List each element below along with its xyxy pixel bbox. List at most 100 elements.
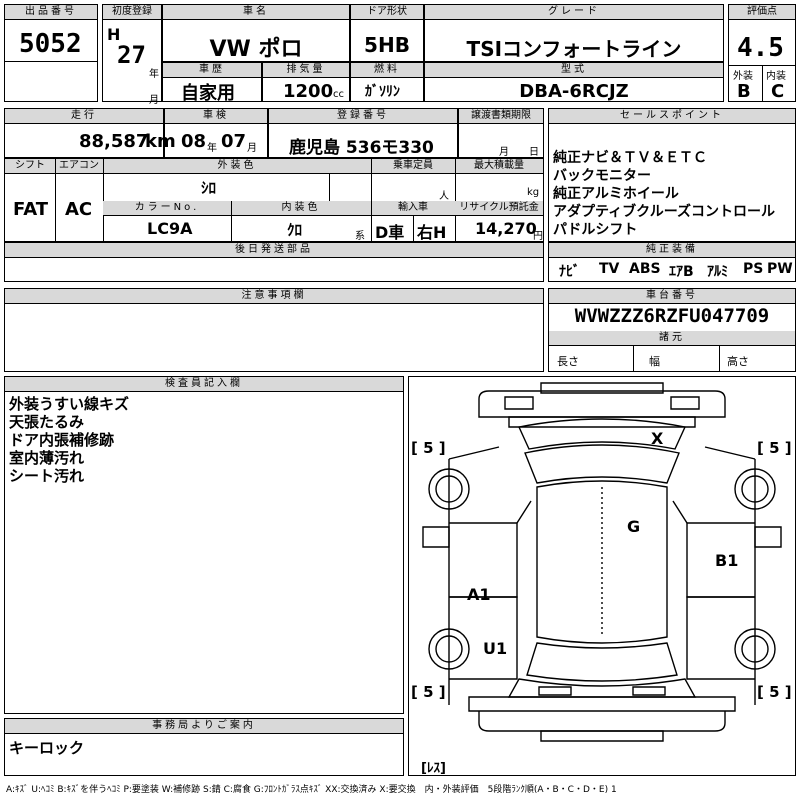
car-name-label: 車名: [163, 5, 349, 20]
inspector-label: 検査員記入欄: [5, 377, 403, 392]
load-label: 最大積載量: [455, 159, 543, 174]
registration-number: 鹿児島 536モ330: [289, 138, 434, 158]
inspection-year-unit: 年: [207, 143, 217, 154]
grade-label: グレード: [425, 5, 723, 20]
int-color: ｸﾛ: [287, 221, 303, 239]
ext-score: B: [737, 81, 751, 102]
later-parts-box: 後日発送部品: [4, 242, 544, 282]
color-no-label: カラーNo.: [103, 201, 231, 216]
first-reg-box: 初度登録 H 27 年 月: [102, 4, 162, 106]
recycle-unit: 円: [533, 231, 543, 242]
spec-width-label: 幅: [649, 355, 660, 368]
inspector-note: 外装うすい線キズ: [9, 395, 130, 413]
notes-box: 注意事項欄: [4, 288, 544, 372]
steering-side: 右H: [417, 223, 447, 242]
history-label: 車歴: [163, 63, 261, 78]
inspection-box: 車検 08 年 07 月: [164, 108, 268, 158]
equipment-item: ﾅﾋﾞ: [559, 264, 580, 280]
recycle-fee: 14,270: [475, 219, 537, 238]
inspection-month: 07: [221, 131, 247, 152]
spec-length-label: 長さ: [557, 355, 579, 368]
ext-color: ｼﾛ: [201, 179, 217, 197]
inspection-month-unit: 月: [247, 143, 257, 154]
transfer-month-unit: 月: [499, 147, 509, 158]
int-score: C: [771, 81, 785, 102]
spare-tire-status: [ﾚｽ]: [421, 761, 446, 776]
car-name: VW ポロ: [209, 37, 303, 62]
door-type: 5HB: [364, 33, 410, 57]
score-label: 評価点: [729, 5, 795, 20]
grade: TSIコンフォートライン: [466, 37, 682, 61]
registration-box: 登録番号 鹿児島 536モ330: [268, 108, 458, 158]
car-outline-svg: [422, 382, 782, 742]
transfer-label: 譲渡書類期限: [459, 109, 543, 124]
spec-height-label: 高さ: [727, 355, 749, 368]
load-unit: kg: [527, 187, 540, 198]
tire-front-left-score: [ 5 ]: [411, 439, 446, 457]
recycle-label: リサイクル預託金: [455, 201, 543, 216]
inspector-note: 室内薄汚れ: [9, 449, 85, 467]
equipment-item: PW: [767, 261, 793, 277]
first-reg-year: 27: [117, 41, 146, 69]
equipment-label: 純正装備: [549, 243, 795, 258]
lot-box: 出品番号 5052: [4, 4, 98, 102]
sales-point-line: パドルシフト: [553, 222, 638, 238]
spec-grid: シフト エアコン 外装色 乗車定員 最大積載量 FAT AC ｼﾛ 人 kg カ…: [4, 158, 544, 242]
shift: FAT: [13, 199, 49, 220]
fuel-label: 燃料: [351, 63, 423, 78]
ac-label: エアコン: [55, 159, 103, 174]
first-reg-year-unit: 年: [149, 69, 159, 80]
inspector-note: 天張たるみ: [9, 413, 85, 431]
inspection-label: 車検: [165, 109, 267, 124]
mark-rear-fender-left: U1: [483, 639, 508, 658]
chassis-number: WVWZZZ6RZFU047709: [574, 305, 770, 327]
capacity-label: 乗車定員: [371, 159, 455, 174]
notes-label: 注意事項欄: [5, 289, 543, 304]
import-label: 輸入車: [371, 201, 455, 216]
ext-score-label: 外装: [733, 71, 753, 82]
score: 4.5: [737, 33, 784, 63]
specs-label: 諸元: [549, 331, 795, 346]
mark-rear-door-right: B1: [715, 551, 739, 570]
displacement-box: 排気量 1200 cc: [262, 62, 350, 102]
equipment-box: 純正装備 ﾅﾋﾞ TV ABS ｴｱB ｱﾙﾐ PS PW: [548, 242, 796, 282]
model-label: 型式: [425, 63, 723, 78]
car-diagram: [ 5 ] [ 5 ] [ 5 ] [ 5 ] [ﾚｽ] X G B1 A1 U…: [408, 376, 796, 776]
sales-point-box: セールスポイント 純正ナビ＆ＴＶ＆ＥＴＣ バックモニター 純正アルミホイール ア…: [548, 108, 796, 242]
mileage-box: 走行 88,587 km: [4, 108, 176, 158]
car-name-box: 車名 VW ポロ: [162, 4, 350, 62]
tire-front-right-score: [ 5 ]: [757, 439, 792, 457]
tire-rear-left-score: [ 5 ]: [411, 683, 446, 701]
first-reg-label: 初度登録: [103, 5, 161, 20]
history-box: 車歴 自家用: [162, 62, 262, 104]
transfer-day-unit: 日: [529, 147, 539, 158]
history: 自家用: [181, 83, 235, 104]
inspector-box: 検査員記入欄 外装うすい線キズ 天張たるみ ドア内張補修跡 室内薄汚れ シート汚…: [4, 376, 404, 714]
tire-rear-right-score: [ 5 ]: [757, 683, 792, 701]
ac: AC: [65, 199, 93, 220]
sales-point-line: 純正ナビ＆ＴＶ＆ＥＴＣ: [553, 150, 707, 166]
color-no: LC9A: [147, 219, 193, 238]
door-label: ドア形状: [351, 5, 423, 20]
displacement: 1200: [283, 81, 334, 102]
int-color-label: 内装色: [231, 201, 371, 216]
shift-label: シフト: [5, 159, 55, 174]
lot-label: 出品番号: [5, 5, 97, 20]
ext-color-label: 外装色: [103, 159, 371, 174]
chassis-label: 車台番号: [549, 289, 795, 304]
inspector-note: ドア内張補修跡: [9, 431, 115, 449]
inspection-year: 08: [181, 131, 207, 152]
lot-number: 5052: [19, 29, 82, 59]
legend: A:ｷｽﾞ U:ﾍｺﾐ B:ｷｽﾞを伴うﾍｺﾐ P:要塗装 W:補修跡 S:錆 …: [6, 785, 617, 795]
model-code: DBA-6RCJZ: [519, 81, 629, 102]
later-parts-label: 後日発送部品: [5, 243, 543, 258]
sales-point-line: アダプティブクルーズコントロール: [553, 204, 776, 220]
int-score-label: 内装: [766, 71, 786, 82]
mark-rear-door-left: A1: [467, 585, 491, 604]
model-box: 型式 DBA-6RCJZ: [424, 62, 724, 102]
mark-windshield: X: [651, 429, 664, 448]
mileage: 88,587: [79, 131, 149, 152]
mark-roof: G: [627, 517, 641, 536]
displacement-label: 排気量: [263, 63, 349, 78]
capacity-unit: 人: [439, 191, 449, 202]
